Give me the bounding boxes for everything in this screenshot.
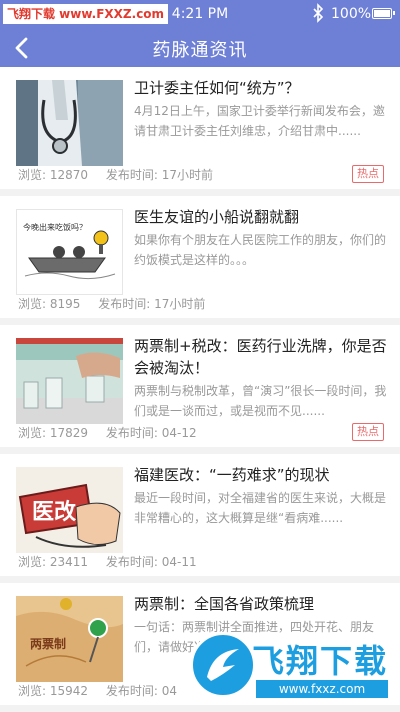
thumb-caption: 两票制 [30, 636, 66, 651]
thumb-caption: 今晚出来吃饭吗？ [23, 222, 87, 232]
published-time: 17小时前 [154, 297, 206, 311]
views-count: 12870 [49, 168, 89, 182]
published-label: 发布时间: [98, 297, 151, 311]
news-summary: 4月12日上午，国家卫计委举行新闻发布会，邀请甘肃卫计委主任刘维忠，介绍甘肃中.… [134, 104, 385, 138]
map-pin-thumbnail: 两票制 [16, 596, 123, 682]
hot-badge: 热点 [352, 423, 384, 441]
thumb-caption: 医改 [32, 499, 77, 525]
views-count: 17829 [49, 426, 89, 440]
site-watermark: 飞翔下载 www.fxxz.com [190, 628, 400, 712]
news-title: 两票制+税改：医药行业洗牌，你是否会被淘汰！ [134, 337, 387, 377]
news-title: 卫计委主任如何“统方”？ [134, 79, 300, 97]
news-summary: 如果你有个朋友在人民医院工作的朋友，你们的约饭模式是这样的。。。 [134, 233, 387, 267]
published-label: 发布时间: [105, 168, 158, 182]
views-label: 浏览: [18, 297, 47, 311]
news-meta: 浏览: 8195 发布时间: 17小时前 [18, 295, 205, 312]
news-item[interactable]: 今晚出来吃饭吗？ 医生友谊的小船说翻就翻 如果你有个朋友在人民医院工作的朋友，你… [0, 196, 400, 318]
watermark-url: www.fxxz.com [256, 680, 388, 698]
hot-badge: 热点 [352, 165, 384, 183]
medicine-bottles-thumbnail [16, 338, 123, 424]
news-title: 福建医改：“一药难求”的现状 [134, 466, 330, 484]
news-meta: 浏览: 23411 发布时间: 04-11 [18, 553, 197, 570]
page-title: 药脉通资讯 [152, 40, 248, 61]
battery-icon [372, 8, 395, 19]
views-label: 浏览: [18, 555, 47, 569]
news-item[interactable]: 医改 福建医改：“一药难求”的现状 最近一段时间，对全福建省的医生来说，大概是非… [0, 454, 400, 576]
news-title: 两票制：全国各省政策梳理 [134, 595, 315, 613]
news-title: 医生友谊的小船说翻就翻 [134, 208, 300, 226]
news-item[interactable]: 卫计委主任如何“统方”？ 4月12日上午，国家卫计委举行新闻发布会，邀请甘肃卫计… [0, 67, 400, 189]
views-label: 浏览: [18, 684, 47, 698]
views-count: 23411 [49, 555, 89, 569]
published-time: 04 [161, 684, 178, 698]
published-time: 04-12 [161, 426, 197, 440]
watermark-logo-icon [190, 632, 256, 698]
published-time: 17小时前 [161, 168, 214, 182]
news-summary: 两票制与税制改革，曾“演习”很长一段时间，我们或是一谈而过，或是视而不见....… [134, 384, 387, 418]
status-bar: 飞翔下载 www.FXXZ.com 4:21 PM 100% [0, 0, 400, 28]
news-meta: 浏览: 12870 发布时间: 17小时前 [18, 166, 213, 183]
reform-illustration-thumbnail: 医改 [16, 467, 123, 553]
views-label: 浏览: [18, 168, 47, 182]
news-summary: 最近一段时间，对全福建省的医生来说，大概是非常糟心的，这大概算是继“看病难...… [134, 491, 387, 525]
nav-bar: 药脉通资讯 [0, 28, 400, 67]
views-count: 8195 [49, 297, 81, 311]
views-count: 15942 [49, 684, 89, 698]
watermark-text: 飞翔下载 [252, 642, 389, 680]
views-label: 浏览: [18, 426, 47, 440]
news-list: 卫计委主任如何“统方”？ 4月12日上午，国家卫计委举行新闻发布会，邀请甘肃卫计… [0, 67, 400, 705]
bluetooth-icon [313, 3, 324, 23]
battery-percent: 100% [331, 6, 372, 22]
news-item[interactable]: 两票制+税改：医药行业洗牌，你是否会被淘汰！ 两票制与税制改革，曾“演习”很长一… [0, 325, 400, 447]
published-time: 04-11 [161, 555, 197, 569]
published-label: 发布时间: [105, 684, 158, 698]
published-label: 发布时间: [105, 426, 158, 440]
boat-cartoon-thumbnail: 今晚出来吃饭吗？ [16, 209, 123, 295]
doctor-thumbnail [16, 80, 123, 166]
news-meta: 浏览: 15942 发布时间: 04 [18, 682, 177, 699]
published-label: 发布时间: [105, 555, 158, 569]
news-meta: 浏览: 17829 发布时间: 04-12 [18, 424, 197, 441]
